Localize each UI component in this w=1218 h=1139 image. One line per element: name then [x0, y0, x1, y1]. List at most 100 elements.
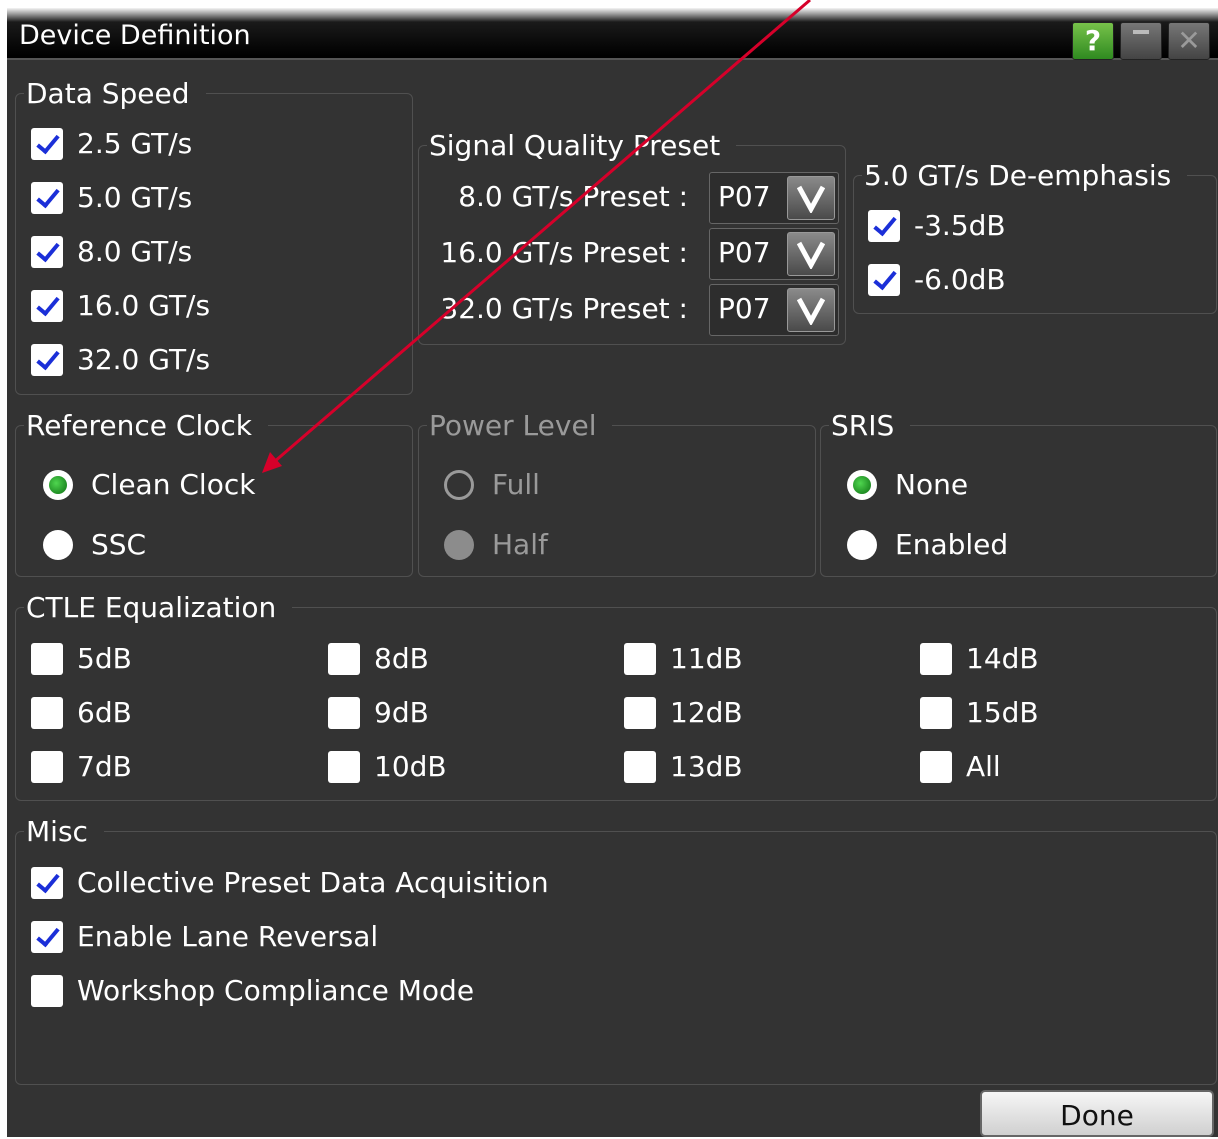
radio-label: Enabled [895, 528, 1009, 561]
checkbox[interactable] [328, 696, 360, 729]
checkbox[interactable] [920, 642, 952, 675]
checkbox-label: 15dB [966, 696, 1039, 729]
ctle-11db[interactable]: 11dB [624, 642, 743, 675]
window-title: Device Definition [19, 20, 251, 51]
radio-label: SSC [91, 528, 147, 561]
misc-legend: Misc [24, 815, 104, 849]
checkbox[interactable] [31, 181, 63, 214]
checkbox-label: 5dB [77, 642, 132, 675]
radio-button[interactable] [43, 469, 73, 500]
checkbox[interactable] [868, 263, 900, 296]
checkbox[interactable] [31, 974, 63, 1007]
ctle-all[interactable]: All [920, 750, 1001, 783]
checkbox-label: -6.0dB [914, 263, 1006, 296]
dropdown-button[interactable] [787, 232, 835, 276]
checkbox-label: 32.0 GT/s [77, 343, 211, 376]
checkbox-label: Workshop Compliance Mode [77, 974, 475, 1007]
checkbox-label: Enable Lane Reversal [77, 920, 379, 953]
power-half-option: Half [444, 528, 548, 561]
checkbox[interactable] [624, 696, 656, 729]
ctle-12db[interactable]: 12dB [624, 696, 743, 729]
preset-label-16-0: 16.0 GT/s Preset : [440, 236, 688, 269]
checkbox-label: 8dB [374, 642, 429, 675]
ctle-10db[interactable]: 10dB [328, 750, 447, 783]
preset-select-8-0[interactable]: P07 [709, 172, 839, 224]
checkbox[interactable] [624, 750, 656, 783]
deemphasis-6-0db[interactable]: -6.0dB [868, 263, 1006, 296]
checkbox-label: -3.5dB [914, 209, 1006, 242]
checkbox[interactable] [31, 866, 63, 899]
checkbox[interactable] [31, 920, 63, 953]
checkbox-label: 7dB [77, 750, 132, 783]
ctle-legend: CTLE Equalization [24, 591, 293, 625]
ssc-option[interactable]: SSC [43, 528, 146, 561]
data-speed-16-0[interactable]: 16.0 GT/s [31, 289, 210, 322]
checkbox[interactable] [328, 750, 360, 783]
help-button[interactable]: ? [1072, 22, 1114, 60]
checkbox[interactable] [31, 127, 63, 160]
radio-button [444, 469, 474, 500]
checkbox[interactable] [31, 289, 63, 322]
checkbox[interactable] [31, 343, 63, 376]
ctle-5db[interactable]: 5dB [31, 642, 132, 675]
lane-reversal-option[interactable]: Enable Lane Reversal [31, 920, 378, 953]
deemphasis-3-5db[interactable]: -3.5dB [868, 209, 1006, 242]
minimize-icon [1133, 30, 1149, 34]
ctle-8db[interactable]: 8dB [328, 642, 429, 675]
radio-button[interactable] [847, 469, 877, 500]
dropdown-button[interactable] [787, 288, 835, 332]
data-speed-32-0[interactable]: 32.0 GT/s [31, 343, 210, 376]
checkbox[interactable] [920, 750, 952, 783]
sris-enabled-option[interactable]: Enabled [847, 528, 1008, 561]
close-button[interactable]: ✕ [1168, 22, 1210, 60]
checkbox-label: All [966, 750, 1001, 783]
radio-label: Clean Clock [91, 468, 256, 501]
preset-value: P07 [718, 236, 771, 269]
preset-label-32-0: 32.0 GT/s Preset : [440, 292, 688, 325]
radio-button[interactable] [43, 529, 73, 560]
data-speed-2-5[interactable]: 2.5 GT/s [31, 127, 192, 160]
collective-preset-option[interactable]: Collective Preset Data Acquisition [31, 866, 549, 899]
clean-clock-option[interactable]: Clean Clock [43, 468, 255, 501]
ctle-14db[interactable]: 14dB [920, 642, 1039, 675]
ctle-15db[interactable]: 15dB [920, 696, 1039, 729]
checkbox[interactable] [624, 642, 656, 675]
reference-clock-legend: Reference Clock [24, 409, 268, 443]
chevron-down-icon [797, 297, 825, 325]
radio-button [444, 529, 474, 560]
checkbox-label: 16.0 GT/s [77, 289, 211, 322]
preset-select-16-0[interactable]: P07 [709, 228, 839, 280]
dropdown-button[interactable] [787, 176, 835, 220]
checkbox[interactable] [31, 750, 63, 783]
checkbox[interactable] [31, 642, 63, 675]
radio-button[interactable] [847, 529, 877, 560]
sris-none-option[interactable]: None [847, 468, 968, 501]
ctle-9db[interactable]: 9dB [328, 696, 429, 729]
done-button[interactable]: Done [980, 1090, 1214, 1137]
checkbox-label: 12dB [670, 696, 743, 729]
sris-legend: SRIS [829, 409, 911, 443]
checkbox[interactable] [868, 209, 900, 242]
preset-select-32-0[interactable]: P07 [709, 284, 839, 336]
data-speed-8-0[interactable]: 8.0 GT/s [31, 235, 192, 268]
checkbox-label: 14dB [966, 642, 1039, 675]
close-icon: ✕ [1177, 24, 1201, 57]
checkbox[interactable] [31, 235, 63, 268]
ctle-13db[interactable]: 13dB [624, 750, 743, 783]
checkbox[interactable] [31, 696, 63, 729]
title-bar: Device Definition ? ✕ [7, 8, 1218, 60]
checkbox[interactable] [920, 696, 952, 729]
signal-quality-legend: Signal Quality Preset [427, 129, 737, 163]
power-level-legend: Power Level [427, 409, 613, 443]
ctle-7db[interactable]: 7dB [31, 750, 132, 783]
minimize-button[interactable] [1120, 22, 1162, 60]
checkbox[interactable] [328, 642, 360, 675]
ctle-6db[interactable]: 6dB [31, 696, 132, 729]
preset-value: P07 [718, 292, 771, 325]
data-speed-5-0[interactable]: 5.0 GT/s [31, 181, 192, 214]
checkbox-label: 5.0 GT/s [77, 181, 193, 214]
workshop-compliance-option[interactable]: Workshop Compliance Mode [31, 974, 474, 1007]
preset-value: P07 [718, 180, 771, 213]
checkbox-label: 8.0 GT/s [77, 235, 193, 268]
power-full-option: Full [444, 468, 540, 501]
